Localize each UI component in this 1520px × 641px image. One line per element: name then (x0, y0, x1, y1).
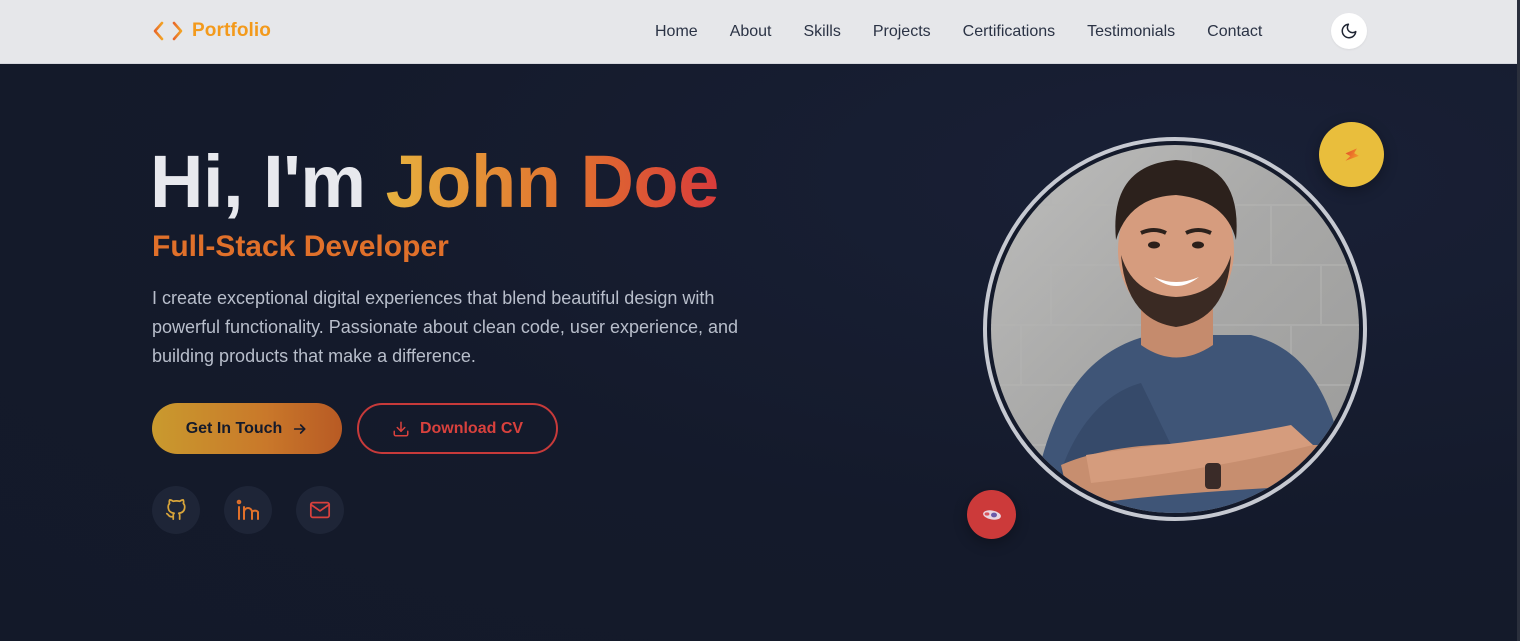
get-in-touch-label: Get In Touch (185, 419, 283, 437)
code-brackets-icon (152, 18, 184, 44)
nav-link-home[interactable]: Home (655, 23, 698, 41)
hero-bio: I create exceptional digital experiences… (152, 288, 739, 366)
download-icon (392, 420, 410, 438)
linkedin-link[interactable] (224, 486, 272, 534)
nav-link-about[interactable]: About (730, 23, 772, 41)
arrow-right-icon (292, 421, 308, 437)
hero-section: Hi, I'm John Doe Full-Stack Developer I … (0, 64, 1517, 641)
lightning-badge (1319, 122, 1384, 187)
theme-toggle-button[interactable] (1331, 13, 1367, 49)
hero-headline: Hi, I'm John Doe (150, 141, 719, 222)
hero-role: Full-Stack Developer (152, 230, 449, 263)
sticker-badge (967, 490, 1016, 539)
hero-name: John Doe (385, 140, 720, 223)
moon-icon (1340, 22, 1358, 40)
greeting-text: Hi, I'm (150, 140, 386, 223)
profile-photo (991, 145, 1359, 513)
nav-link-contact[interactable]: Contact (1207, 23, 1262, 41)
github-link[interactable] (152, 486, 200, 534)
github-icon (165, 499, 187, 521)
download-cv-label: Download CV (419, 419, 524, 437)
nav-links: Home About Skills Projects Certification… (655, 0, 1262, 64)
email-link[interactable] (296, 486, 344, 534)
navbar: Portfolio Home About Skills Projects Cer… (0, 0, 1517, 64)
mail-icon (309, 499, 331, 521)
get-in-touch-button[interactable]: Get In Touch (152, 403, 342, 454)
lightning-icon (1341, 144, 1363, 166)
brand-name: Portfolio (192, 20, 271, 41)
nav-link-skills[interactable]: Skills (804, 23, 841, 41)
brand-logo[interactable]: Portfolio (152, 18, 271, 44)
profile-photo-frame (983, 137, 1367, 521)
nav-link-projects[interactable]: Projects (873, 23, 931, 41)
linkedin-icon (236, 499, 260, 521)
nav-link-certifications[interactable]: Certifications (963, 23, 1055, 41)
nav-link-testimonials[interactable]: Testimonials (1087, 23, 1175, 41)
sticker-icon (981, 508, 1003, 522)
download-cv-button[interactable]: Download CV (357, 403, 558, 454)
